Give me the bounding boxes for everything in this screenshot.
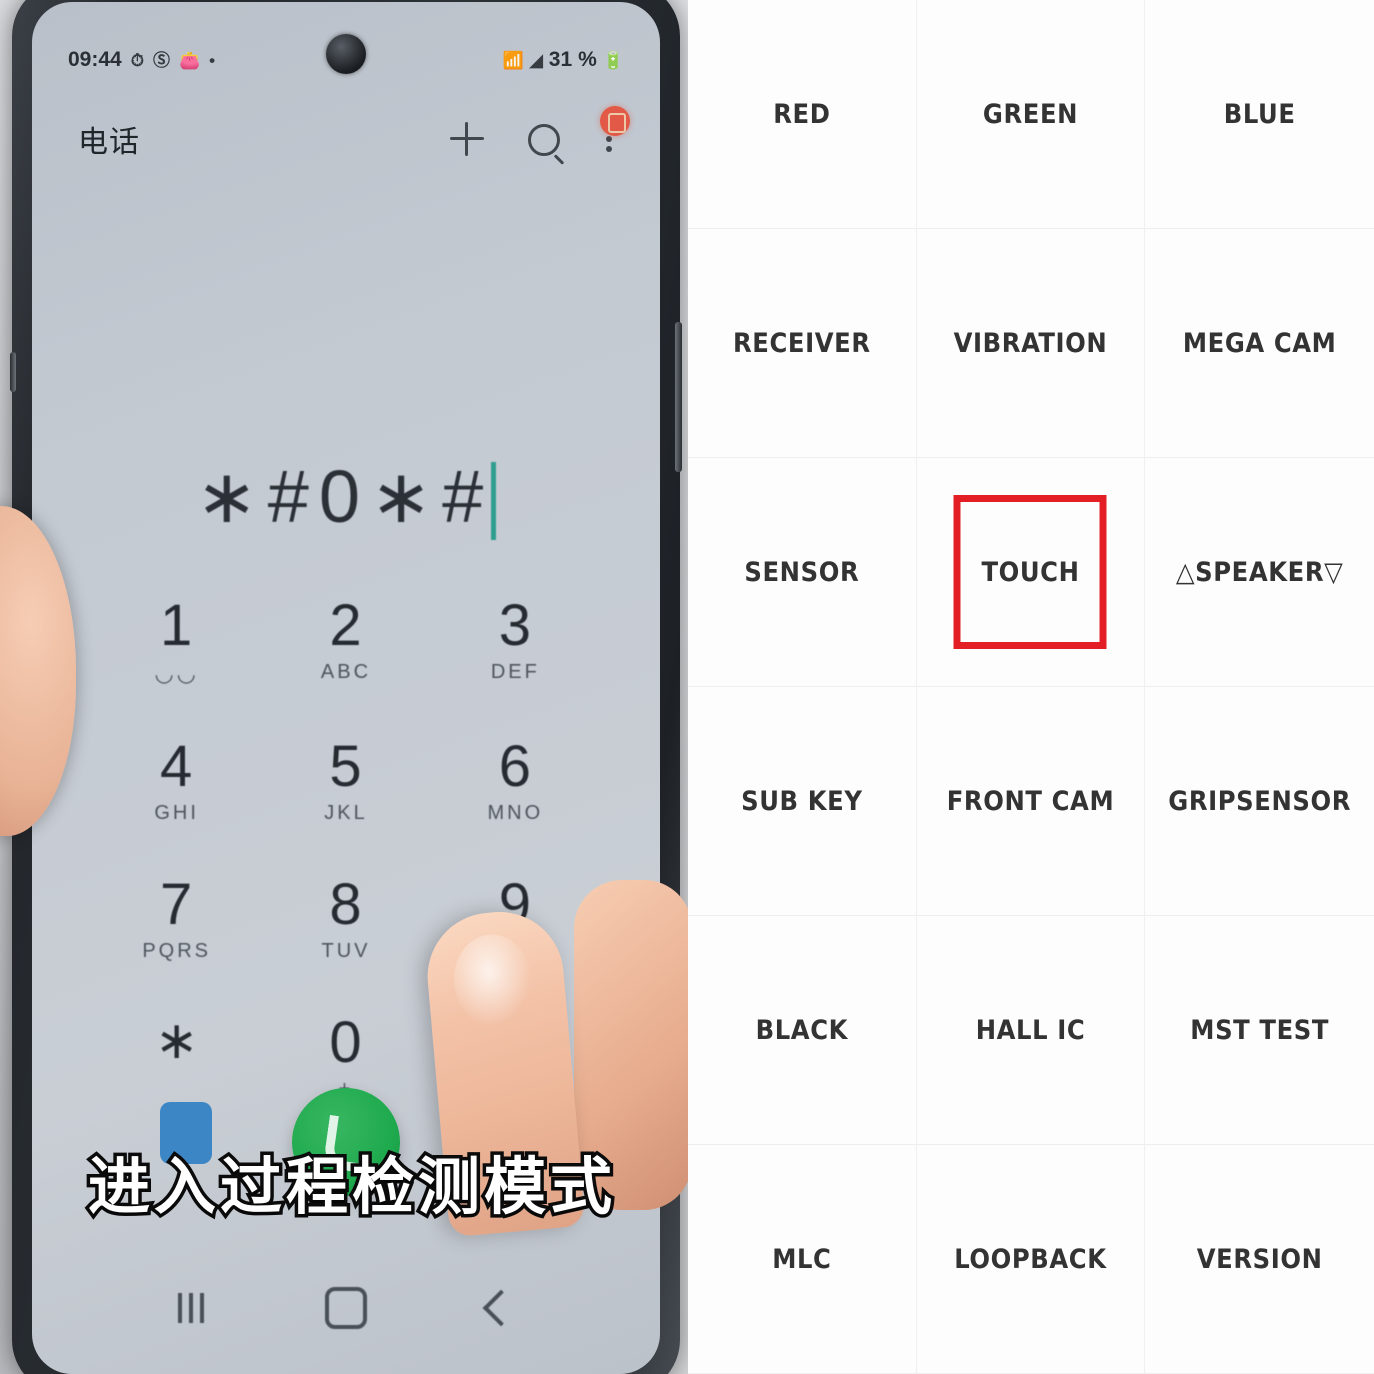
key-sublabel: ABC bbox=[320, 661, 372, 684]
service-item-mst-test[interactable]: MST TEST bbox=[1145, 916, 1374, 1145]
key-digit: 7 bbox=[160, 872, 194, 938]
service-item-label: RED bbox=[773, 98, 831, 130]
dialpad-key-7[interactable]: 7 PQRS bbox=[92, 872, 261, 963]
service-item-label: VIBRATION bbox=[953, 327, 1108, 359]
battery-percent: 31 bbox=[548, 48, 573, 71]
status-bar-left: 09:44 ⏱ Ⓢ 👛 • bbox=[68, 48, 215, 72]
service-item-label: LOOPBACK bbox=[954, 1243, 1107, 1275]
page-title: 电话 bbox=[78, 126, 140, 159]
app-header: 电话 bbox=[32, 102, 660, 176]
battery-icon: 🔋 bbox=[602, 50, 624, 70]
key-sublabel: JKL bbox=[324, 802, 368, 825]
percent-symbol: % bbox=[578, 48, 597, 71]
screenshot-root: 09:44 ⏱ Ⓢ 👛 • 📶 ◢ 31 % 🔋 电话 ∗#0∗# 1 ◡◡ 2… bbox=[0, 0, 1374, 1374]
phone-photo-pane: 09:44 ⏱ Ⓢ 👛 • 📶 ◢ 31 % 🔋 电话 ∗#0∗# 1 ◡◡ 2… bbox=[0, 0, 688, 1374]
service-item-label: MLC bbox=[772, 1243, 832, 1275]
dot-icon: • bbox=[209, 50, 216, 70]
service-item-label: SENSOR bbox=[744, 556, 860, 588]
key-digit: 3 bbox=[498, 593, 532, 658]
key-digit: ∗ bbox=[154, 1012, 199, 1071]
service-item-blue[interactable]: BLUE bbox=[1145, 0, 1374, 229]
service-item-touch[interactable]: TOUCH bbox=[916, 458, 1146, 687]
service-item-label: FRONT CAM bbox=[946, 785, 1115, 817]
bag-icon: 👛 bbox=[178, 50, 201, 70]
key-sublabel: TUV bbox=[321, 940, 371, 963]
service-mode-grid: RED GREEN BLUE RECEIVER VIBRATION MEGA C… bbox=[688, 0, 1374, 1374]
dialed-number-value: ∗#0∗# bbox=[195, 455, 494, 538]
alarm-icon: ⏱ bbox=[130, 50, 144, 70]
recents-button[interactable] bbox=[178, 1293, 205, 1323]
dialpad-key-6[interactable]: 6 MNO bbox=[431, 734, 600, 825]
dialpad-key-8[interactable]: 8 TUV bbox=[261, 872, 430, 963]
service-item-receiver[interactable]: RECEIVER bbox=[688, 229, 917, 458]
key-sublabel: MNO bbox=[487, 802, 544, 825]
service-item-gripsensor[interactable]: GRIPSENSOR bbox=[1145, 687, 1374, 916]
service-item-version[interactable]: VERSION bbox=[1145, 1145, 1374, 1374]
service-item-mega-cam[interactable]: MEGA CAM bbox=[1145, 229, 1374, 458]
dialpad-key-3[interactable]: 3 DEF bbox=[431, 593, 600, 687]
service-item-label: BLACK bbox=[755, 1014, 849, 1046]
key-sublabel: GHI bbox=[154, 802, 199, 825]
service-item-label: TOUCH bbox=[981, 556, 1080, 588]
status-time: 09:44 bbox=[68, 48, 122, 71]
service-item-label: MST TEST bbox=[1190, 1014, 1330, 1046]
signal-icon: ◢ bbox=[529, 50, 543, 70]
key-sublabel: PQRS bbox=[142, 940, 211, 963]
header-actions bbox=[450, 106, 630, 156]
service-item-red[interactable]: RED bbox=[688, 0, 917, 229]
service-item-speaker[interactable]: △SPEAKER▽ bbox=[1145, 458, 1374, 687]
home-button[interactable] bbox=[324, 1287, 367, 1329]
key-digit: 5 bbox=[329, 734, 363, 800]
service-item-label: HALL IC bbox=[975, 1014, 1086, 1046]
service-item-label: GRIPSENSOR bbox=[1168, 785, 1352, 817]
key-sublabel: ◡◡ bbox=[154, 661, 199, 687]
service-item-label: △SPEAKER▽ bbox=[1175, 556, 1344, 588]
notification-badge bbox=[600, 106, 630, 136]
key-digit: 4 bbox=[160, 734, 194, 800]
video-caption: 进入过程检测模式 bbox=[85, 1147, 617, 1227]
service-item-black[interactable]: BLACK bbox=[688, 916, 917, 1145]
more-options-icon[interactable] bbox=[600, 106, 630, 156]
service-item-label: MEGA CAM bbox=[1182, 327, 1337, 359]
dialpad-key-4[interactable]: 4 GHI bbox=[92, 734, 261, 825]
dialpad-key-1[interactable]: 1 ◡◡ bbox=[92, 593, 261, 687]
service-item-mlc[interactable]: MLC bbox=[688, 1145, 917, 1374]
status-bar-right: 📶 ◢ 31 % 🔋 bbox=[503, 48, 624, 72]
front-camera-punchhole bbox=[326, 34, 366, 74]
service-item-sensor[interactable]: SENSOR bbox=[688, 458, 917, 687]
search-icon[interactable] bbox=[528, 122, 562, 156]
dialed-number-field[interactable]: ∗#0∗# bbox=[32, 454, 660, 540]
volume-button[interactable] bbox=[10, 352, 16, 392]
no-sound-icon: Ⓢ bbox=[152, 50, 170, 70]
key-digit: 1 bbox=[160, 593, 194, 658]
key-digit: 2 bbox=[329, 593, 363, 658]
dialpad-key-2[interactable]: 2 ABC bbox=[261, 593, 430, 687]
service-item-front-cam[interactable]: FRONT CAM bbox=[916, 687, 1146, 916]
service-item-label: GREEN bbox=[982, 98, 1079, 130]
service-item-label: VERSION bbox=[1196, 1243, 1323, 1275]
key-sublabel: DEF bbox=[490, 661, 540, 684]
service-item-label: BLUE bbox=[1223, 98, 1296, 130]
text-cursor bbox=[491, 462, 497, 540]
service-item-green[interactable]: GREEN bbox=[916, 0, 1146, 229]
service-item-label: SUB KEY bbox=[741, 785, 863, 817]
back-button[interactable] bbox=[482, 1289, 520, 1327]
add-contact-icon[interactable] bbox=[450, 122, 484, 156]
service-item-label: RECEIVER bbox=[732, 327, 871, 359]
service-item-vibration[interactable]: VIBRATION bbox=[916, 229, 1146, 458]
power-button[interactable] bbox=[675, 322, 682, 472]
dialpad-key-5[interactable]: 5 JKL bbox=[261, 734, 430, 825]
key-digit: 0 bbox=[329, 1010, 363, 1076]
key-digit: 6 bbox=[498, 734, 532, 800]
service-item-sub-key[interactable]: SUB KEY bbox=[688, 687, 917, 916]
service-item-hall-ic[interactable]: HALL IC bbox=[916, 916, 1146, 1145]
wifi-icon: 📶 bbox=[502, 50, 524, 70]
navigation-bar bbox=[32, 1278, 660, 1338]
service-item-loopback[interactable]: LOOPBACK bbox=[916, 1145, 1146, 1374]
key-digit: 8 bbox=[329, 872, 363, 938]
